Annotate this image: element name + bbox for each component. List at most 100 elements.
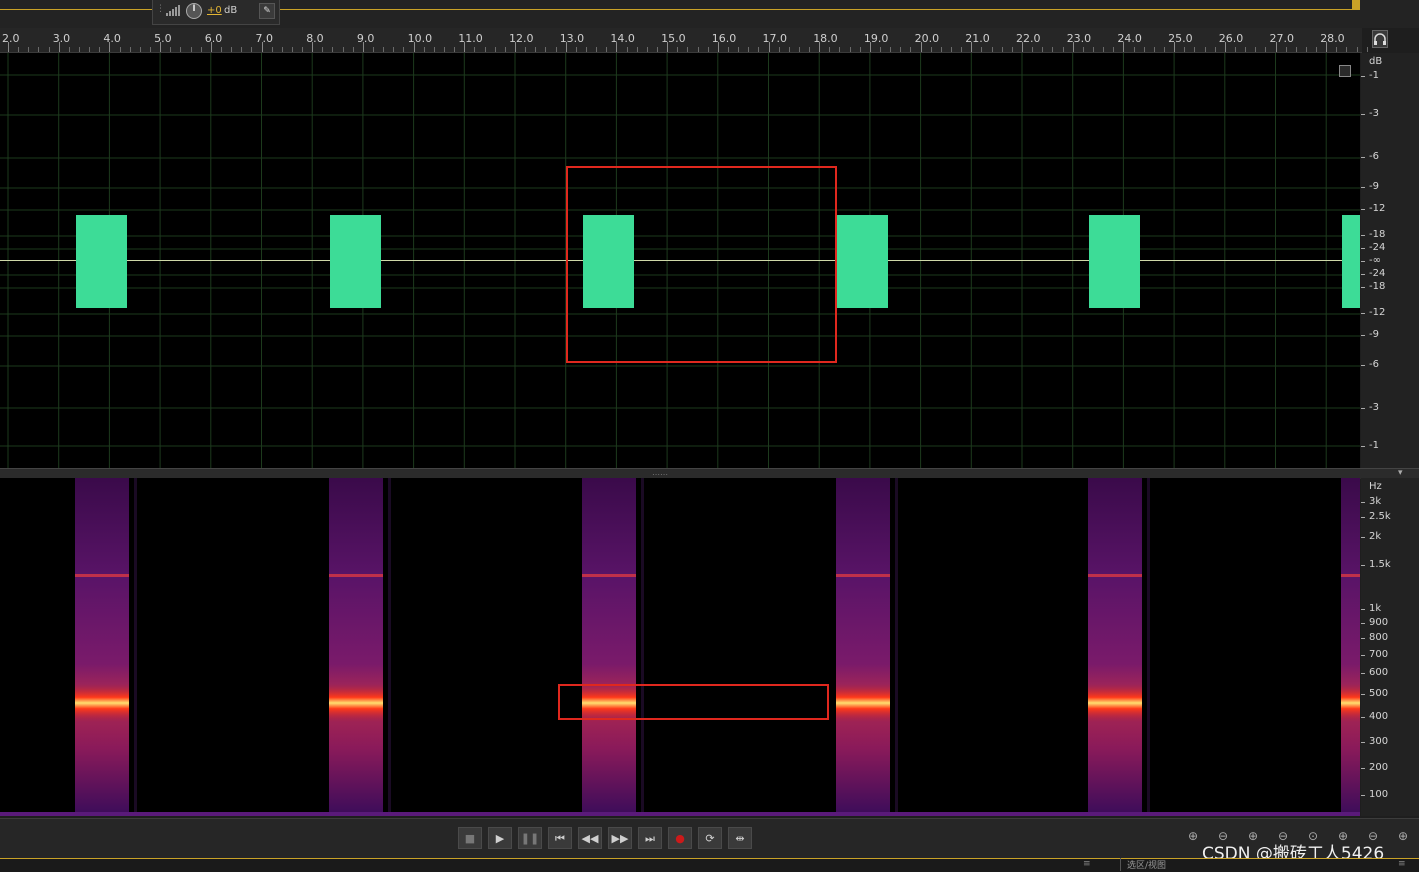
scroll-handle[interactable]: [1352, 0, 1360, 10]
spectrogram-echo-line: [895, 478, 898, 816]
fast-forward-button[interactable]: ▶▶: [608, 827, 632, 849]
db-scale-label: -12: [1369, 203, 1386, 214]
record-button[interactable]: ●: [668, 827, 692, 849]
ruler-minor-tick: [839, 47, 841, 52]
resize-corner-icon[interactable]: [1339, 65, 1351, 77]
spectrogram-echo-line: [134, 478, 137, 816]
ruler-tick-label: 6.0: [204, 32, 223, 45]
spectrogram-echo-line: [1147, 478, 1150, 816]
ruler-minor-tick: [585, 47, 587, 52]
ruler-tick-label: 15.0: [661, 32, 686, 45]
db-scale-label: -18: [1369, 229, 1386, 240]
menu-icon-right[interactable]: ≡: [1398, 859, 1406, 869]
pin-icon[interactable]: ✎: [259, 3, 275, 19]
view-selector[interactable]: 选区/视图: [1120, 858, 1166, 871]
ruler-minor-tick: [423, 47, 425, 52]
menu-icon[interactable]: ≡: [1083, 859, 1091, 869]
ruler-minor-tick: [748, 47, 750, 52]
ruler-minor-tick: [1204, 47, 1206, 52]
ruler-tick-label: 11.0: [458, 32, 483, 45]
ruler-minor-tick: [1366, 47, 1368, 52]
db-scale-tick: [1361, 157, 1365, 158]
hz-scale-label: 400: [1369, 711, 1389, 722]
transport-bar: ■ ▶ ❚❚ ⏮ ◀◀ ▶▶ ⏭ ● ⟳ ⇹ ⊕ ⊖ ⊕ ⊖ ⊙ ⊕ ⊖ ⊕ CSDN @搬砖工人…: [0, 818, 1419, 864]
ruler-minor-tick: [940, 47, 942, 52]
ruler-tick-label: 26.0: [1218, 32, 1244, 45]
db-scale-tick: [1361, 313, 1365, 314]
stop-button[interactable]: ■: [458, 827, 482, 849]
ruler-minor-tick: [332, 47, 334, 52]
volume-value[interactable]: +0: [207, 5, 222, 16]
spectrogram-harmonic-band: [1341, 574, 1360, 577]
ruler-minor-tick: [494, 47, 496, 52]
spectrogram-display: [0, 478, 1360, 816]
grip-icon[interactable]: ⋮: [156, 4, 165, 14]
hz-scale-label: 1k: [1369, 603, 1382, 614]
ruler-minor-tick: [1113, 47, 1115, 52]
ruler-tick-label: 16.0: [711, 32, 737, 45]
ruler-minor-tick: [1214, 47, 1216, 52]
rewind-button[interactable]: ◀◀: [578, 827, 602, 849]
volume-knob-icon[interactable]: [185, 2, 203, 20]
db-scale-tick: [1361, 76, 1365, 77]
zoom-in-amplitude-icon[interactable]: ⊕: [1188, 829, 1198, 843]
ruler-minor-tick: [849, 47, 851, 52]
volume-widget[interactable]: ⋮ +0 dB ✎: [152, 0, 280, 25]
ruler-tick-label: 27.0: [1269, 32, 1295, 45]
hz-scale-label: 800: [1369, 632, 1389, 643]
ruler-minor-tick: [433, 47, 435, 52]
zoom-right-icon[interactable]: ⊕: [1398, 829, 1408, 843]
ruler-minor-tick: [180, 47, 182, 52]
ruler-tick-label: 9.0: [356, 32, 375, 45]
ruler-minor-tick: [545, 47, 547, 52]
ruler-minor-tick: [1052, 47, 1054, 52]
db-scale-label: -3: [1369, 402, 1379, 413]
db-scale-label: -18: [1369, 281, 1386, 292]
ruler-tick-label: 12.0: [509, 32, 534, 45]
ruler-minor-tick: [1356, 47, 1358, 52]
chevron-down-icon[interactable]: ▾: [1398, 468, 1403, 478]
ruler-minor-tick: [1245, 47, 1247, 52]
ruler-tick-label: 8.0: [306, 32, 324, 45]
db-scale-tick: [1361, 274, 1365, 275]
spectrogram-panel[interactable]: [0, 478, 1360, 816]
ruler-minor-tick: [28, 47, 30, 52]
ruler-minor-tick: [1265, 47, 1267, 52]
ruler-minor-tick: [910, 47, 912, 52]
hz-scale-tick: [1361, 623, 1365, 624]
ruler-minor-tick: [291, 47, 293, 52]
spectrogram-selection-highlight: [558, 684, 829, 720]
time-ruler[interactable]: 2.0 3.0 4.0 5.0 6.0 7.0 8.0 9.0 10.0 11.0 12.0 13.0…: [0, 28, 1368, 53]
ruler-tick-label: 4.0: [103, 32, 121, 45]
headphones-icon[interactable]: [1372, 30, 1388, 48]
skip-selection-button[interactable]: ⇹: [728, 827, 752, 849]
hz-scale-tick: [1361, 795, 1365, 796]
ruler-minor-tick: [403, 47, 405, 52]
ruler-tick-label: 28.0: [1320, 32, 1345, 45]
go-to-end-button[interactable]: ⏭: [638, 827, 662, 849]
ruler-minor-tick: [170, 47, 172, 52]
waveform-burst: [1089, 215, 1140, 308]
go-to-start-button[interactable]: ⏮: [548, 827, 572, 849]
hz-scale-label: 200: [1369, 762, 1389, 773]
spectrogram-burst: [582, 478, 636, 816]
db-scale-label: -9: [1369, 181, 1379, 192]
ruler-minor-tick: [119, 47, 121, 52]
ruler-minor-tick: [727, 47, 729, 52]
ruler-minor-tick: [129, 47, 131, 52]
ruler-minor-tick: [1103, 47, 1105, 52]
hz-scale-label: 500: [1369, 688, 1389, 699]
hz-scale-label: 3k: [1369, 496, 1382, 507]
db-scale-tick: [1361, 114, 1365, 115]
ruler-minor-tick: [139, 47, 141, 52]
loop-button[interactable]: ⟳: [698, 827, 722, 849]
play-button[interactable]: ▶: [488, 827, 512, 849]
waveform-panel[interactable]: [0, 53, 1360, 468]
db-scale-label: -24: [1369, 268, 1386, 279]
pause-button[interactable]: ❚❚: [518, 827, 542, 849]
volume-unit: dB: [224, 5, 238, 16]
ruler-tick-label: 19.0: [863, 32, 889, 45]
ruler-minor-tick: [149, 47, 151, 52]
ruler-minor-tick: [788, 47, 790, 52]
waveform-burst: [330, 215, 381, 308]
